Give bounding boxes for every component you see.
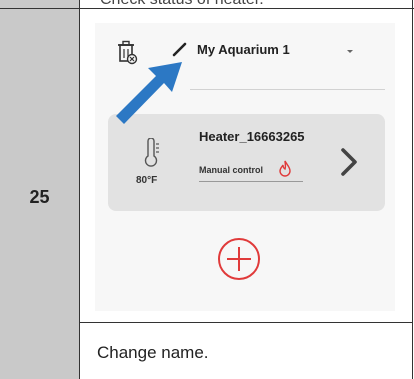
thermometer-icon [144,138,159,167]
chevron-right-icon[interactable] [340,147,358,177]
previous-row-strip: Check status of heater. [0,0,414,9]
aquarium-name[interactable]: My Aquarium 1 [197,42,290,57]
device-name: Heater_16663265 [199,129,305,144]
instruction-table: Check status of heater. 25 My Aquarium 1 [0,0,414,379]
arrow-pointer-icon [116,62,182,124]
add-circle-icon[interactable] [216,236,262,282]
mode-divider [199,181,303,182]
step-number: 25 [29,187,50,207]
temperature-readout: 80°F [136,175,158,186]
flame-icon [279,160,291,177]
device-mode: Manual control [199,165,264,175]
previous-row-text: Check status of heater. [100,0,264,9]
previous-step-cell [0,0,80,8]
step-cell: 25 [0,9,80,379]
step-caption: Change name. [97,343,209,362]
row-divider [80,322,413,323]
pencil-icon[interactable] [171,41,187,57]
dropdown-caret-icon[interactable] [347,50,353,53]
header-divider [190,89,385,90]
